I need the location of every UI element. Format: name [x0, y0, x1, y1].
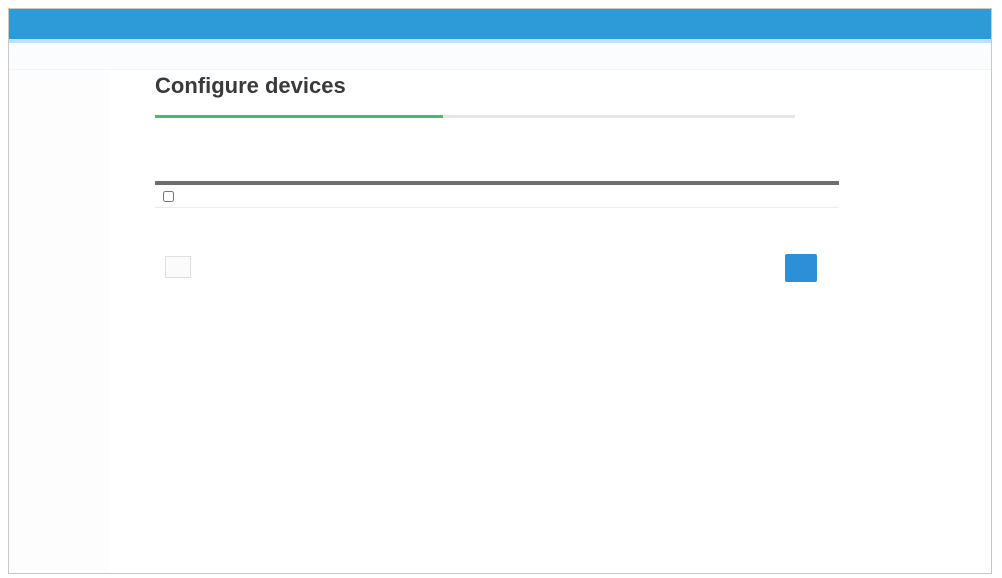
wizard-progress-bar [155, 115, 795, 118]
next-button[interactable] [785, 254, 817, 282]
sidebar [9, 70, 109, 573]
page-title: Configure devices [155, 73, 346, 98]
app-window: Configure devices [8, 8, 992, 574]
title-bar [9, 9, 991, 43]
row-checkbox[interactable] [163, 190, 174, 202]
table-cell [683, 183, 839, 208]
wizard-progress-fill [155, 115, 443, 118]
wizard-buttons [155, 252, 839, 282]
table-cell [215, 183, 371, 208]
back-button[interactable] [165, 256, 191, 278]
wizard-content: Configure devices [155, 71, 839, 282]
column-header[interactable] [371, 172, 527, 185]
table-actions [155, 150, 795, 168]
column-header[interactable] [527, 172, 683, 185]
table-row[interactable] [155, 183, 839, 208]
table-cell [371, 183, 527, 208]
table-header-row [155, 172, 839, 185]
column-header[interactable] [683, 172, 839, 185]
select-column-header [155, 172, 215, 185]
column-header[interactable] [215, 172, 371, 185]
devices-table [155, 172, 839, 208]
toolbar-strip [9, 43, 991, 70]
table-cell [527, 183, 683, 208]
row-select-cell [155, 183, 215, 208]
